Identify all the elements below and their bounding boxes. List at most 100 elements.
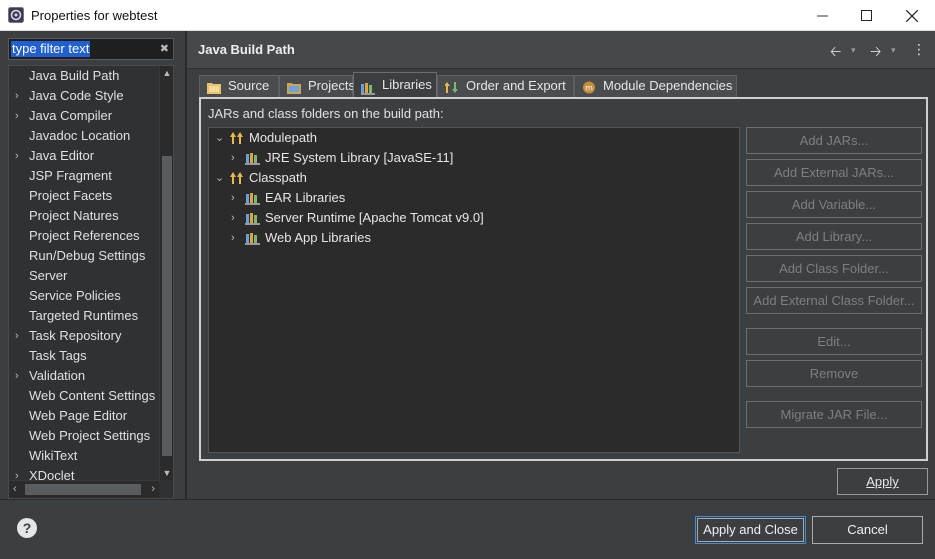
sidebar-item[interactable]: WikiText [9,446,159,466]
sidebar-item-label: Targeted Runtimes [29,308,139,323]
view-menu-icon[interactable]: ⋮ [912,41,926,58]
sidebar-item[interactable]: Targeted Runtimes [9,306,159,326]
sidebar-item-label: Javadoc Location [29,128,131,143]
tree-node-label: Modulepath [249,130,317,145]
vertical-scroll-thumb[interactable] [162,156,172,456]
add-class-folder-button[interactable]: Add Class Folder... [746,255,922,282]
horizontal-scrollbar[interactable]: ‹ › [9,480,159,498]
sidebar-item[interactable]: Project Natures [9,206,159,226]
library-icon [245,191,261,205]
tree-node-label: Classpath [249,170,307,185]
sidebar-item[interactable]: › Task Repository [9,326,159,346]
vertical-scrollbar[interactable]: ▲ ▼ [159,66,173,480]
apply-button-label: Apply [866,474,899,489]
expand-arrow-icon[interactable]: › [15,86,25,106]
sidebar-item[interactable]: Task Tags [9,346,159,366]
library-icon [245,231,261,245]
sidebar-item[interactable]: › Java Editor [9,146,159,166]
sidebar-item-label: Server [29,268,68,283]
svg-text:m: m [585,84,593,93]
minimize-button[interactable] [799,0,845,31]
sidebar-item-label: Java Code Style [29,88,124,103]
sidebar-item[interactable]: Server [9,266,159,286]
add-external-jars-button[interactable]: Add External JARs... [746,159,922,186]
sidebar-item-label: Project References [29,228,140,243]
tree-node-label: EAR Libraries [265,190,346,205]
filter-text[interactable]: type filter text [11,41,91,57]
tab-projects[interactable]: Projects [279,75,355,97]
back-dropdown-icon[interactable]: ▾ [851,45,856,56]
expand-arrow-icon[interactable]: › [15,326,25,346]
sidebar-item[interactable]: › Java Compiler [9,106,159,126]
sidebar-item[interactable]: Run/Debug Settings [9,246,159,266]
sidebar-item[interactable]: Project Facets [9,186,159,206]
sidebar-item[interactable]: › Java Code Style [9,86,159,106]
remove-button[interactable]: Remove [746,360,922,387]
expand-arrow-icon[interactable]: › [15,366,25,386]
build-path-tree[interactable]: ⌄ Modulepath › JRE System Library [JavaSE-1… [208,127,740,453]
sidebar-item[interactable]: › Validation [9,366,159,386]
sidebar-item[interactable]: Web Page Editor [9,406,159,426]
add-external-class-folder-button[interactable]: Add External Class Folder... [746,287,922,314]
sidebar-item[interactable]: Web Content Settings [9,386,159,406]
tab-label: Libraries [382,77,432,92]
properties-tree: Java Build Path › Java Code Style › Java Com… [8,65,174,499]
tree-node-label: JRE System Library [JavaSE-11] [265,150,454,165]
tab-source[interactable]: Source [199,75,279,97]
tab-module-dependencies[interactable]: m Module Dependencies [574,75,737,97]
expand-arrow-icon[interactable]: › [15,106,25,126]
edit-button[interactable]: Edit... [746,328,922,355]
sidebar-item[interactable]: Web Project Settings [9,426,159,446]
sidebar-item-label: Web Project Settings [29,428,151,443]
expand-arrow-icon[interactable]: › [15,146,25,166]
help-icon[interactable]: ? [17,518,37,538]
apply-and-close-button[interactable]: Apply and Close [695,516,806,544]
collapse-arrow-icon[interactable]: ⌄ [215,168,227,188]
sidebar-item-label: Run/Debug Settings [29,248,146,263]
scroll-up-icon[interactable]: ▲ [162,68,172,78]
minimize-icon [816,15,828,17]
sidebar-item[interactable]: Service Policies [9,286,159,306]
close-icon [906,9,918,22]
tab-order-and-export[interactable]: Order and Export [437,75,574,97]
close-button[interactable] [889,0,935,31]
expand-arrow-icon[interactable]: › [231,188,243,208]
back-arrow-icon[interactable]: 🡠 [830,41,841,65]
forward-arrow-icon[interactable]: 🡢 [870,41,881,65]
sidebar-item-label: Java Compiler [29,108,113,123]
dialog-button-bar: ? Apply and Close Cancel [0,499,935,559]
add-jars-button[interactable]: Add JARs... [746,127,922,154]
scroll-down-icon[interactable]: ▼ [162,468,172,478]
page-title: Java Build Path [198,42,295,57]
tree-node-label: Server Runtime [Apache Tomcat v9.0] [265,210,484,225]
filter-input[interactable]: type filter text ✖ [8,38,174,60]
projects-icon [287,80,301,94]
maximize-button[interactable] [843,0,889,31]
sidebar-item[interactable]: Javadoc Location [9,126,159,146]
sidebar-item-label: WikiText [29,448,78,463]
library-icon [245,151,261,165]
page-header: Java Build Path 🡠 ▾ 🡢 ▾ ⋮ [187,31,935,69]
collapse-arrow-icon[interactable]: ⌄ [215,128,227,148]
clear-filter-icon[interactable]: ✖ [160,42,169,55]
tree-node-label: Web App Libraries [265,230,371,245]
sidebar-item-label: Web Page Editor [29,408,128,423]
sidebar-item-label: Validation [29,368,86,383]
expand-arrow-icon[interactable]: › [231,208,243,228]
apply-button[interactable]: Apply [837,468,928,495]
scroll-right-icon[interactable]: › [151,483,155,495]
sidebar-item[interactable]: Java Build Path [9,66,159,86]
source-folder-icon [207,80,221,94]
expand-arrow-icon[interactable]: › [231,228,243,248]
sidebar-item[interactable]: JSP Fragment [9,166,159,186]
add-variable-button[interactable]: Add Variable... [746,191,922,218]
expand-arrow-icon[interactable]: › [231,148,243,168]
sidebar-item[interactable]: Project References [9,226,159,246]
migrate-jar-file-button[interactable]: Migrate JAR File... [746,401,922,428]
add-library-button[interactable]: Add Library... [746,223,922,250]
cancel-button[interactable]: Cancel [812,516,923,544]
tab-libraries[interactable]: Libraries [353,72,437,97]
horizontal-scroll-thumb[interactable] [25,484,141,495]
scroll-left-icon[interactable]: ‹ [13,483,17,495]
forward-dropdown-icon[interactable]: ▾ [891,45,896,56]
